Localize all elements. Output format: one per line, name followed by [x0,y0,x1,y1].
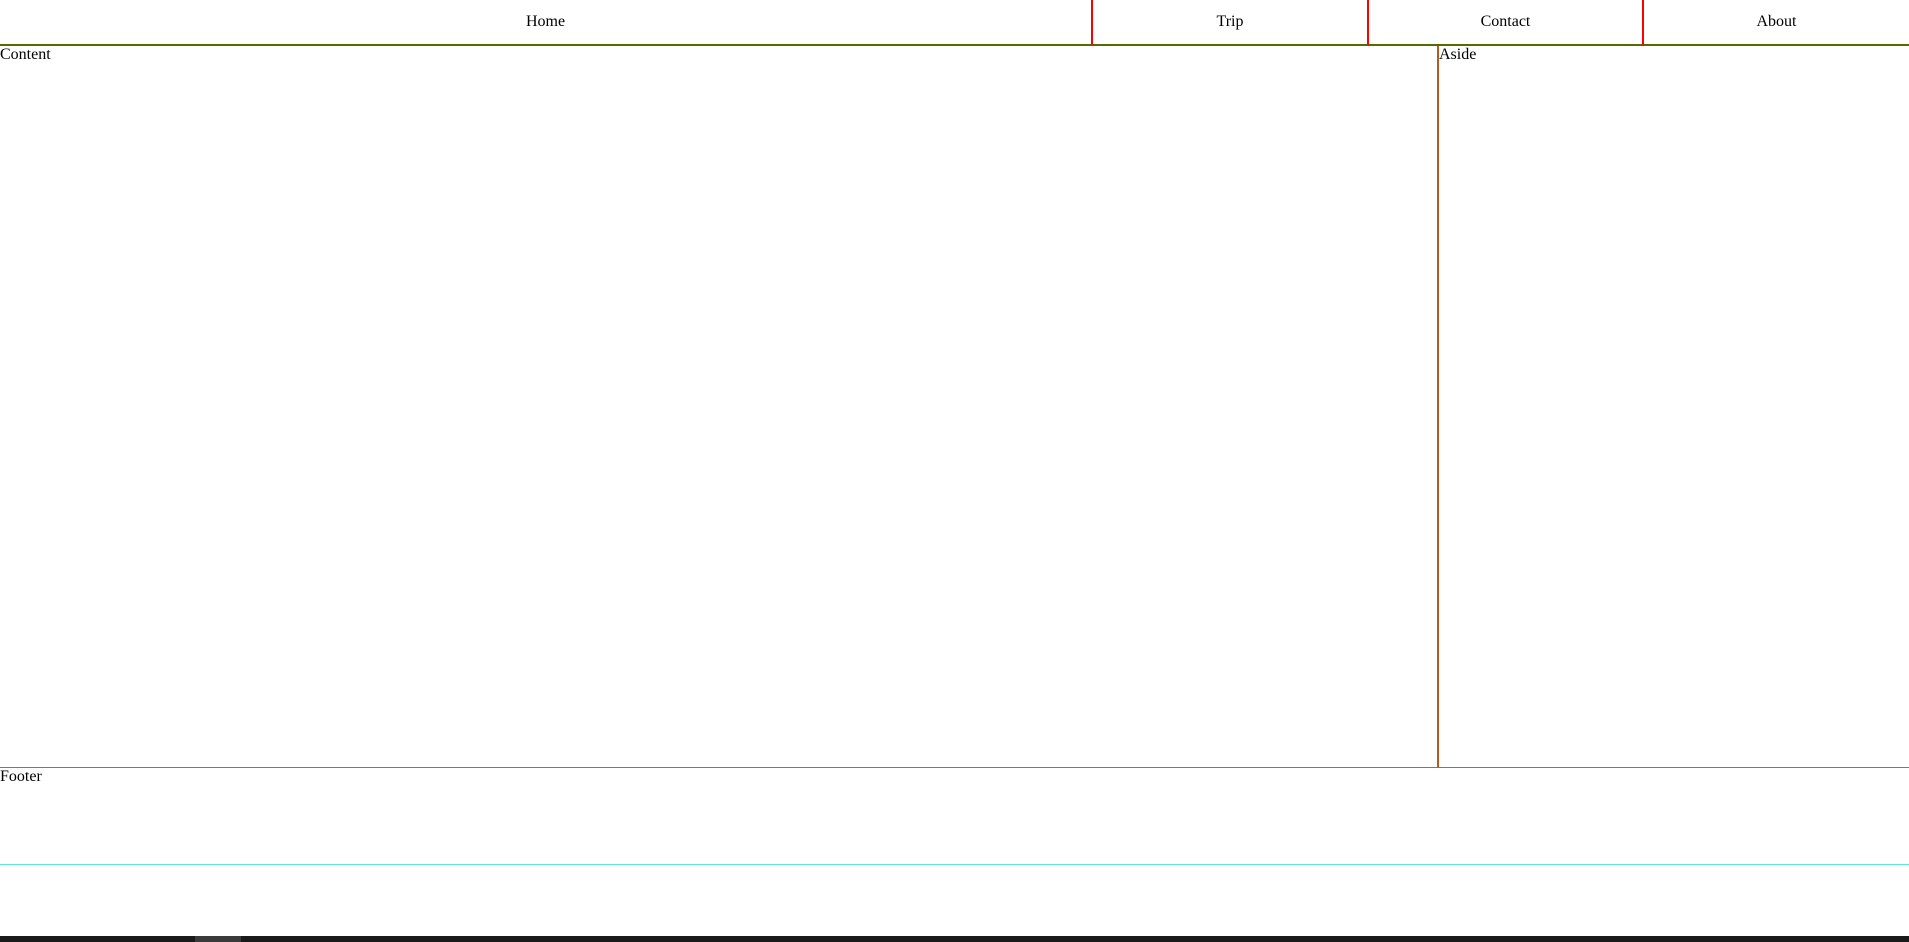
aside-section: Aside [1437,46,1909,768]
nav-item-trip[interactable]: Trip [1091,0,1367,45]
nav-item-contact[interactable]: Contact [1367,0,1642,45]
footer-section: Footer [0,768,1909,865]
nav-item-label: Trip [1216,12,1244,30]
content-label: Content [0,46,51,63]
nav-item-label: Home [525,12,566,30]
page: Home Trip Contact About Content Aside Fo… [0,0,1909,942]
nav-item-about[interactable]: About [1642,0,1909,45]
content-section: Content [0,46,1437,768]
taskbar-strip [0,936,1909,942]
nav-item-home[interactable]: Home [0,0,1091,45]
footer-label: Footer [0,768,42,785]
nav-item-label: About [1756,12,1797,30]
nav-item-label: Contact [1480,12,1531,30]
taskbar-tab [195,936,241,942]
main-navigation: Home Trip Contact About [0,0,1909,46]
aside-label: Aside [1439,46,1477,63]
